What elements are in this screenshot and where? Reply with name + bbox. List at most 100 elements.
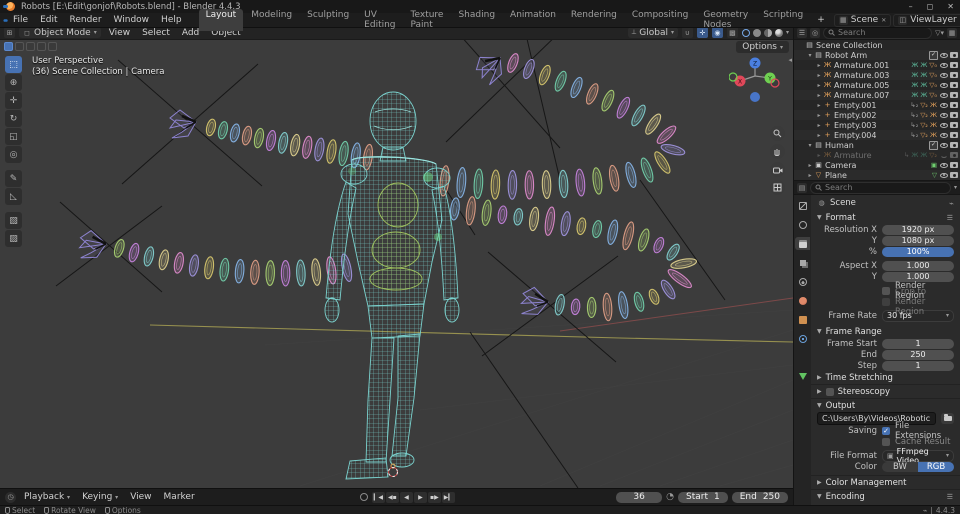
workspace-tab-animation[interactable]: Animation	[503, 9, 563, 31]
menu-edit[interactable]: Edit	[35, 14, 62, 26]
properties-tab-view-layer[interactable]	[795, 256, 810, 269]
preset-list-icon[interactable]: ☰	[947, 214, 954, 222]
expand-caret-icon[interactable]: ▸	[815, 112, 823, 119]
keying-menu[interactable]: Keying ▾	[78, 492, 122, 502]
select-mode-new[interactable]	[4, 42, 13, 51]
resolution-percent-slider[interactable]: 100%	[882, 246, 954, 257]
tool-measure[interactable]: ◺	[5, 188, 22, 205]
outliner-row-plane[interactable]: ▸ ▽ Plane ▽	[794, 170, 960, 180]
outliner-search-input[interactable]: Search	[823, 26, 933, 39]
workspace-tab-shading[interactable]: Shading	[451, 9, 502, 31]
workspace-tab-rendering[interactable]: Rendering	[564, 9, 624, 31]
frame-end-field[interactable]: End 250	[731, 491, 789, 503]
ortho-grid-icon[interactable]	[770, 180, 785, 195]
expand-caret-icon[interactable]: ▸	[806, 172, 814, 179]
playback-menu[interactable]: Playback ▾	[20, 492, 74, 502]
view-layer-selector[interactable]: ◫ ViewLayer ▣	[893, 13, 960, 27]
expand-caret-icon[interactable]: ▸	[815, 62, 823, 69]
marker-menu[interactable]: Marker	[160, 492, 199, 502]
render-region-checkbox[interactable]	[882, 286, 890, 295]
tool-annotate[interactable]: ✎	[5, 170, 22, 187]
tool-cursor[interactable]: ⊕	[5, 74, 22, 91]
properties-tab-object-data[interactable]	[795, 370, 810, 383]
hide-eye-icon[interactable]	[940, 102, 948, 108]
render-visibility-camera-icon[interactable]	[950, 142, 958, 148]
expand-caret-icon[interactable]: ▸	[815, 152, 823, 159]
new-collection-icon[interactable]: ▦	[947, 27, 957, 38]
workspace-tab-layout[interactable]: Layout	[198, 9, 244, 31]
exclude-checkbox[interactable]: ✓	[929, 140, 938, 150]
outliner-row-robot-arm[interactable]: ▾ ▤ Robot Arm ✓	[794, 50, 960, 60]
resolution-x-field[interactable]: 1920 px	[882, 224, 954, 235]
panel-encoding[interactable]: ▼ Encoding ☰	[811, 489, 960, 503]
menu-help[interactable]: Help	[156, 14, 187, 26]
stopwatch-icon[interactable]: ◔	[666, 492, 674, 502]
frame-end-field[interactable]: 250	[882, 349, 954, 360]
stereoscopy-checkbox[interactable]	[825, 387, 834, 396]
frame-step-field[interactable]: 1	[882, 360, 954, 371]
tool-scale[interactable]: ◱	[5, 128, 22, 145]
properties-tab-constraints[interactable]	[795, 351, 810, 364]
menu-window[interactable]: Window	[109, 14, 155, 26]
properties-tab-tool[interactable]	[795, 199, 810, 212]
properties-tab-render[interactable]	[795, 218, 810, 231]
navigation-gizmo[interactable]: Z X Y	[729, 54, 781, 104]
outliner-row-empty-004[interactable]: ▸ + Empty.004 ↳₂ ▽₂ Ж	[794, 130, 960, 140]
outliner-row-armature[interactable]: ▸ Ж Armature ↳ Ж Ж ▽₂	[794, 150, 960, 160]
add-workspace-button[interactable]: +	[812, 14, 830, 26]
render-visibility-camera-icon[interactable]	[950, 52, 958, 58]
tool-rotate[interactable]: ↻	[5, 110, 22, 127]
select-mode-extend[interactable]	[15, 42, 24, 51]
tool-transform[interactable]: ◎	[5, 146, 22, 163]
workspace-tab-scripting[interactable]: Scripting	[756, 9, 810, 31]
outliner-row-armature-003[interactable]: ▸ Ж Armature.003 Ж Ж ▽₀	[794, 70, 960, 80]
workspace-tab-compositing[interactable]: Compositing	[625, 9, 695, 31]
properties-editor-type-icon[interactable]: ▤	[797, 182, 807, 193]
expand-caret-icon[interactable]: ▸	[815, 132, 823, 139]
timeline-editor-type-icon[interactable]: ◷	[5, 491, 16, 503]
workspace-tab-sculpting[interactable]: Sculpting	[300, 9, 356, 31]
scene-selector[interactable]: ▦ Scene ✕	[833, 13, 892, 27]
auto-key-record-icon[interactable]	[359, 493, 368, 501]
camera-view-icon[interactable]	[770, 162, 785, 177]
hide-eye-icon[interactable]	[940, 62, 948, 68]
menu-file[interactable]: File	[8, 14, 33, 26]
outliner-row-armature-005[interactable]: ▸ Ж Armature.005 Ж Ж ▽₀	[794, 80, 960, 90]
menu-view[interactable]: View	[105, 28, 134, 38]
panel-format[interactable]: ▼ Format ☰	[811, 211, 960, 224]
properties-tab-output[interactable]	[795, 237, 810, 250]
play-reverse-button[interactable]: ◀	[399, 491, 413, 503]
crop-region-checkbox[interactable]	[882, 297, 890, 306]
menu-render[interactable]: Render	[65, 14, 107, 26]
select-mode-subtract[interactable]	[26, 42, 35, 51]
pin-icon[interactable]: ⌁	[949, 199, 954, 208]
outliner-row-empty-002[interactable]: ▸ + Empty.002 ↳₂ ▽₂ Ж	[794, 110, 960, 120]
workspace-tab-modeling[interactable]: Modeling	[244, 9, 299, 31]
frame-start-field[interactable]: Start 1	[677, 491, 728, 503]
current-frame-field[interactable]: 36	[616, 491, 663, 503]
view-menu[interactable]: View	[126, 492, 155, 502]
expand-caret-icon[interactable]: ▸	[815, 92, 823, 99]
preset-list-icon[interactable]: ☰	[947, 493, 954, 501]
expand-caret-icon[interactable]: ▾	[806, 52, 814, 59]
properties-search-input[interactable]: Search	[810, 181, 951, 194]
panel-output[interactable]: ▼ Output	[811, 398, 960, 412]
minimize-button[interactable]: –	[909, 2, 913, 11]
expand-caret-icon[interactable]: ▸	[806, 162, 814, 169]
hide-eye-icon[interactable]	[940, 52, 948, 58]
render-visibility-camera-icon[interactable]	[950, 162, 958, 168]
aspect-x-field[interactable]: 1.000	[882, 260, 954, 271]
expand-caret-icon[interactable]: ▸	[815, 72, 823, 79]
panel-time-stretching[interactable]: ▶ Time Stretching	[811, 371, 960, 384]
play-button[interactable]: ▶	[413, 491, 427, 503]
frame-start-field[interactable]: 1	[882, 338, 954, 349]
outliner-row-human[interactable]: ▾ ▤ Human ✓	[794, 140, 960, 150]
file-extensions-checkbox[interactable]: ✓	[882, 426, 890, 435]
properties-tab-object[interactable]	[795, 313, 810, 326]
panel-frame-range[interactable]: ▼ Frame Range	[811, 325, 960, 338]
panel-color-management[interactable]: ▶ Color Management	[811, 475, 960, 489]
tool-move[interactable]: ✛	[5, 92, 22, 109]
hide-eye-icon[interactable]	[940, 122, 948, 128]
sidebar-toggle-icon[interactable]: ◂	[788, 56, 792, 64]
hide-eye-icon[interactable]	[940, 72, 948, 78]
